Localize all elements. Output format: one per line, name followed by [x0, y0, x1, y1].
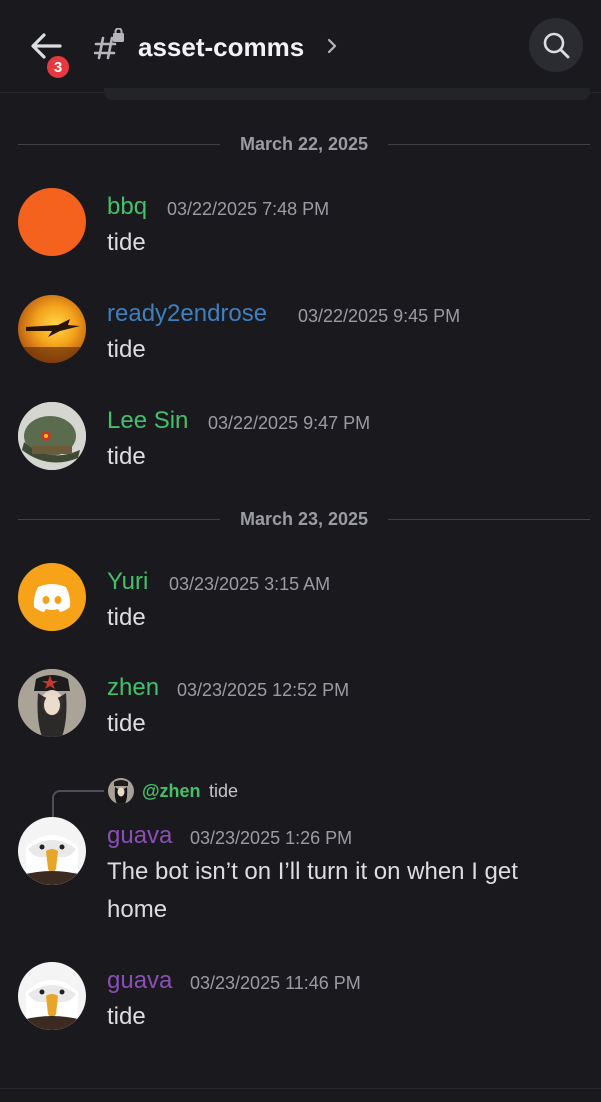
reply-avatar	[108, 778, 134, 804]
message-text: tide	[107, 604, 146, 631]
message-author[interactable]: ready2endrose	[107, 299, 267, 329]
message-timestamp: 03/23/2025 11:46 PM	[190, 973, 361, 993]
message-timestamp: 03/22/2025 7:48 PM	[167, 199, 330, 219]
message-timestamp: 03/23/2025 3:15 AM	[169, 574, 331, 594]
chevron-right-icon[interactable]	[326, 37, 338, 55]
locked-channel-icon	[93, 27, 128, 62]
message-author[interactable]: bbq	[107, 192, 147, 222]
channel-header: 3 asset-comms	[0, 0, 601, 93]
search-button[interactable]	[529, 18, 583, 72]
avatar[interactable]	[18, 817, 86, 885]
composer-divider	[0, 1088, 601, 1089]
reply-reference[interactable]: @zhen tide	[52, 778, 552, 818]
message-author[interactable]: Yuri	[107, 567, 148, 597]
avatar[interactable]	[18, 669, 86, 737]
message-text: tide	[107, 229, 146, 256]
message-text: tide	[107, 443, 146, 470]
reply-text: tide	[209, 781, 239, 801]
message-timestamp: 03/23/2025 1:26 PM	[190, 828, 353, 848]
message-timestamp: 03/22/2025 9:45 PM	[298, 306, 461, 326]
date-divider: March 23, 2025	[18, 507, 590, 531]
avatar[interactable]	[18, 188, 86, 256]
date-divider-label: March 23, 2025	[225, 509, 383, 529]
search-icon	[543, 32, 570, 59]
avatar[interactable]	[18, 295, 86, 363]
reply-spine	[52, 790, 104, 818]
message-author[interactable]: zhen	[107, 673, 159, 703]
date-divider-label: March 22, 2025	[225, 134, 383, 154]
discord-logo-icon	[33, 584, 71, 612]
message-text: tide	[107, 336, 146, 363]
avatar[interactable]	[18, 962, 86, 1030]
message-author[interactable]: Lee Sin	[107, 406, 188, 436]
avatar[interactable]	[18, 402, 86, 470]
message-author[interactable]: guava	[107, 821, 172, 851]
message-timestamp: 03/22/2025 9:47 PM	[208, 413, 371, 433]
unread-badge: 3	[44, 53, 72, 81]
message-text: tide	[107, 1003, 146, 1030]
message-author[interactable]: guava	[107, 966, 172, 996]
message-text: The bot isn’t on I’ll turn it on when I …	[107, 858, 518, 923]
date-divider: March 22, 2025	[18, 132, 590, 156]
avatar[interactable]	[18, 563, 86, 631]
reply-mention[interactable]: @zhen	[142, 780, 201, 802]
message-timestamp: 03/23/2025 12:52 PM	[177, 680, 350, 700]
message-text: tide	[107, 710, 146, 737]
channel-name[interactable]: asset-comms	[138, 30, 304, 64]
previous-message-edge	[104, 88, 590, 100]
